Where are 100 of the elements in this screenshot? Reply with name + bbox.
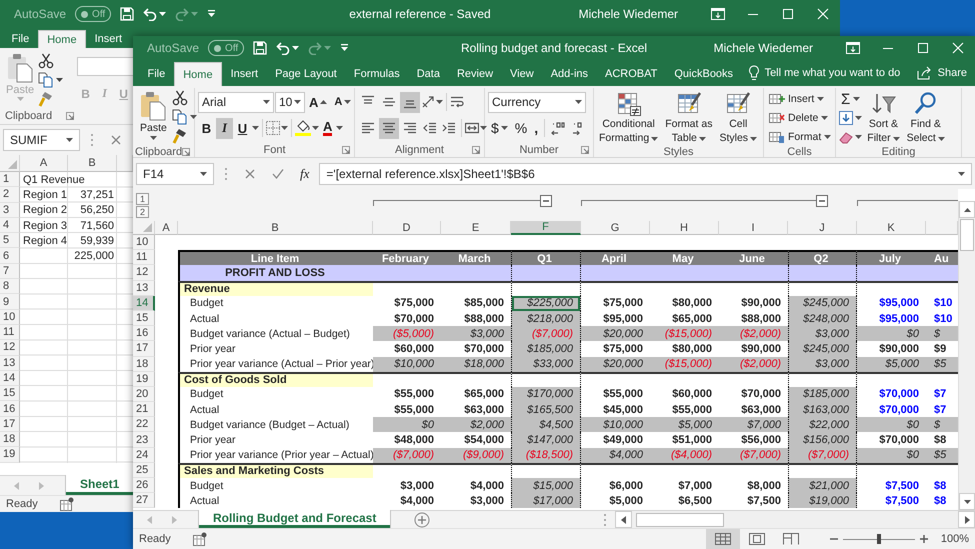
zoom-thumb[interactable] [876, 534, 881, 544]
cut-icon[interactable] [172, 90, 188, 106]
cancel-icon[interactable] [244, 168, 256, 180]
scroll-right-icon[interactable] [964, 516, 970, 524]
row-header[interactable]: 8 [0, 279, 20, 294]
format-as-table-button[interactable]: Format as Table [663, 90, 714, 146]
wrap-text-icon[interactable] [450, 95, 464, 109]
shrink-font-button[interactable]: A [331, 92, 354, 112]
orientation-icon[interactable] [421, 95, 435, 109]
row-header[interactable]: 14 [0, 370, 20, 386]
outline-level-button[interactable]: 2 [136, 206, 149, 218]
check-icon[interactable] [272, 168, 284, 180]
scroll-up-icon[interactable] [964, 208, 970, 212]
font-name-field[interactable] [77, 57, 133, 76]
macro-icon[interactable] [192, 532, 207, 546]
ribbon-tab[interactable]: Insert [86, 30, 131, 48]
merge-icon[interactable] [465, 121, 479, 135]
row-header[interactable]: 18 [133, 356, 155, 372]
row-header[interactable]: 13 [0, 356, 20, 371]
copy-icon[interactable] [38, 72, 54, 88]
ribbon-tab[interactable]: File [139, 62, 174, 86]
font-color-button[interactable]: A [320, 118, 336, 138]
column-header[interactable]: E [441, 221, 511, 235]
dialog-launcher-icon[interactable] [342, 146, 350, 154]
zoom-in-icon[interactable] [920, 535, 928, 543]
row-header[interactable]: 12 [0, 340, 20, 356]
ribbon-tab[interactable]: Data [408, 62, 448, 86]
insert-cells-button[interactable]: Insert [767, 90, 834, 108]
increase-decimal-icon[interactable] [551, 121, 566, 135]
maximize-icon[interactable] [782, 8, 794, 20]
grow-font-button[interactable]: A [306, 92, 330, 112]
ribbon-tab[interactable]: ACROBAT [596, 62, 666, 86]
paste-button[interactable]: Paste [138, 90, 169, 146]
row-header[interactable]: 18 [0, 432, 20, 448]
autosum-button[interactable]: Σ [839, 90, 862, 108]
delete-cells-button[interactable]: Delete [767, 109, 834, 127]
ribbon-tab[interactable]: Add-ins [542, 62, 596, 86]
cut-icon[interactable] [38, 53, 54, 69]
row-header[interactable]: 25 [133, 462, 155, 478]
column-header[interactable]: H [650, 221, 719, 235]
row-header[interactable]: 7 [0, 264, 20, 280]
ribbon-display-icon[interactable] [710, 8, 724, 20]
font-size-dropdown[interactable]: 10 [275, 92, 305, 112]
conditional-formatting-button[interactable]: Conditional Formatting [597, 90, 660, 146]
insert-function-button[interactable]: fx [300, 166, 310, 182]
dialog-launcher-icon[interactable] [182, 148, 190, 156]
ribbon-tab[interactable]: File [3, 30, 38, 48]
customize-icon[interactable] [207, 10, 216, 18]
currency-button[interactable]: $ [488, 118, 511, 138]
percent-button[interactable]: % [512, 118, 530, 138]
borders-icon[interactable] [266, 121, 280, 135]
scroll-down-icon[interactable] [964, 500, 970, 504]
ribbon-tab[interactable]: Review [448, 62, 502, 86]
sort-filter-button[interactable]: Sort & Filter [865, 90, 902, 146]
ribbon-tab[interactable]: Home [38, 30, 86, 48]
ribbon-tab[interactable]: QuickBooks [666, 62, 742, 86]
row-header[interactable]: 4 [0, 218, 20, 234]
font-style-button[interactable]: B [198, 118, 215, 138]
row-header[interactable]: 16 [133, 326, 155, 342]
row-header[interactable]: 16 [0, 401, 20, 417]
row-header[interactable]: 22 [133, 417, 155, 432]
save-icon[interactable] [253, 41, 268, 55]
row-header[interactable]: 15 [133, 310, 155, 326]
fill-color-icon[interactable] [295, 120, 311, 136]
copy-icon[interactable] [172, 109, 188, 125]
row-header[interactable]: 26 [133, 478, 155, 494]
row-header[interactable]: 6 [0, 248, 20, 264]
ribbon-display-icon[interactable] [846, 42, 860, 54]
maximize-icon[interactable] [916, 42, 928, 54]
row-header[interactable]: 10 [133, 235, 155, 250]
increase-indent-icon[interactable] [442, 121, 456, 135]
column-header[interactable]: J [788, 221, 857, 235]
tell-me-search[interactable]: Tell me what you want to do [742, 60, 906, 86]
column-header[interactable]: B [68, 155, 117, 172]
row-header[interactable]: 2 [0, 187, 20, 203]
row-header[interactable]: 1 [0, 172, 20, 188]
fill-down-icon[interactable] [839, 111, 853, 125]
row-header[interactable]: 20 [133, 386, 155, 402]
column-header[interactable]: I [719, 221, 788, 235]
column-header[interactable]: B [178, 221, 373, 235]
scroll-left-icon[interactable] [620, 516, 626, 524]
format-cells-button[interactable]: Format [767, 128, 834, 146]
sheet-tab[interactable]: Sheet1 [66, 475, 133, 495]
font-style-button[interactable]: I [216, 118, 233, 138]
font-name-dropdown[interactable]: Arial [198, 92, 274, 112]
bottom-align-button[interactable] [400, 92, 420, 112]
share-button[interactable]: Share [908, 60, 975, 86]
macro-icon[interactable] [60, 497, 74, 511]
row-header[interactable]: 27 [133, 493, 155, 508]
dialog-launcher-icon[interactable] [581, 146, 589, 154]
ribbon-tab[interactable]: Page Layout [266, 62, 346, 86]
scrollbar-thumb[interactable] [636, 512, 724, 526]
dialog-launcher-icon[interactable] [66, 112, 74, 120]
ribbon-tab[interactable]: Formulas [345, 62, 408, 86]
row-header[interactable]: 21 [133, 402, 155, 418]
row-header[interactable]: 24 [133, 448, 155, 463]
close-icon[interactable] [952, 42, 964, 54]
eraser-icon[interactable] [839, 130, 853, 144]
comma-button[interactable]: , [531, 118, 542, 138]
row-header[interactable]: 5 [0, 233, 20, 248]
